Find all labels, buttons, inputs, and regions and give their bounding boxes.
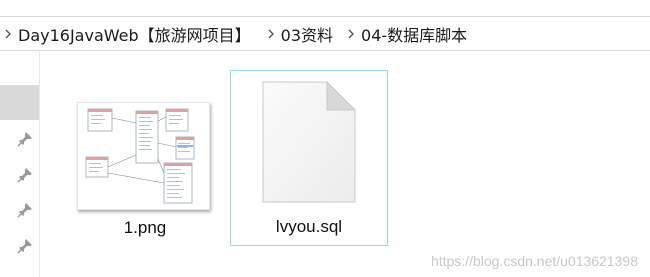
file-list[interactable]: 1.png lvyou.sql https://blog.csdn.net/u0… — [41, 52, 650, 277]
breadcrumb-item-03[interactable]: 03资料 — [279, 22, 335, 46]
nav-item-selected[interactable] — [0, 85, 39, 120]
address-bar[interactable]: Day16JavaWeb【旅游网项目】 03资料 04-数据库脚本 — [0, 16, 650, 51]
file-item-sql[interactable]: lvyou.sql — [230, 70, 388, 246]
pin-icon[interactable] — [17, 131, 33, 147]
file-item-png[interactable]: 1.png — [69, 70, 221, 248]
breadcrumb-item-day16[interactable]: Day16JavaWeb【旅游网项目】 — [16, 22, 253, 46]
document-file-icon — [261, 80, 357, 203]
breadcrumb-item-04[interactable]: 04-数据库脚本 — [359, 22, 469, 46]
file-name[interactable]: lvyou.sql — [231, 217, 387, 237]
chevron-right-icon[interactable] — [263, 24, 279, 44]
pin-icon[interactable] — [17, 167, 33, 183]
watermark: https://blog.csdn.net/u013621398 — [430, 253, 638, 269]
chevron-right-icon[interactable] — [343, 24, 359, 44]
file-name[interactable]: 1.png — [69, 218, 221, 238]
pin-icon[interactable] — [17, 202, 33, 218]
navigation-pane — [0, 52, 40, 277]
chevron-right-icon[interactable] — [0, 24, 16, 44]
pin-icon[interactable] — [17, 238, 33, 254]
image-thumbnail-icon — [77, 102, 210, 210]
